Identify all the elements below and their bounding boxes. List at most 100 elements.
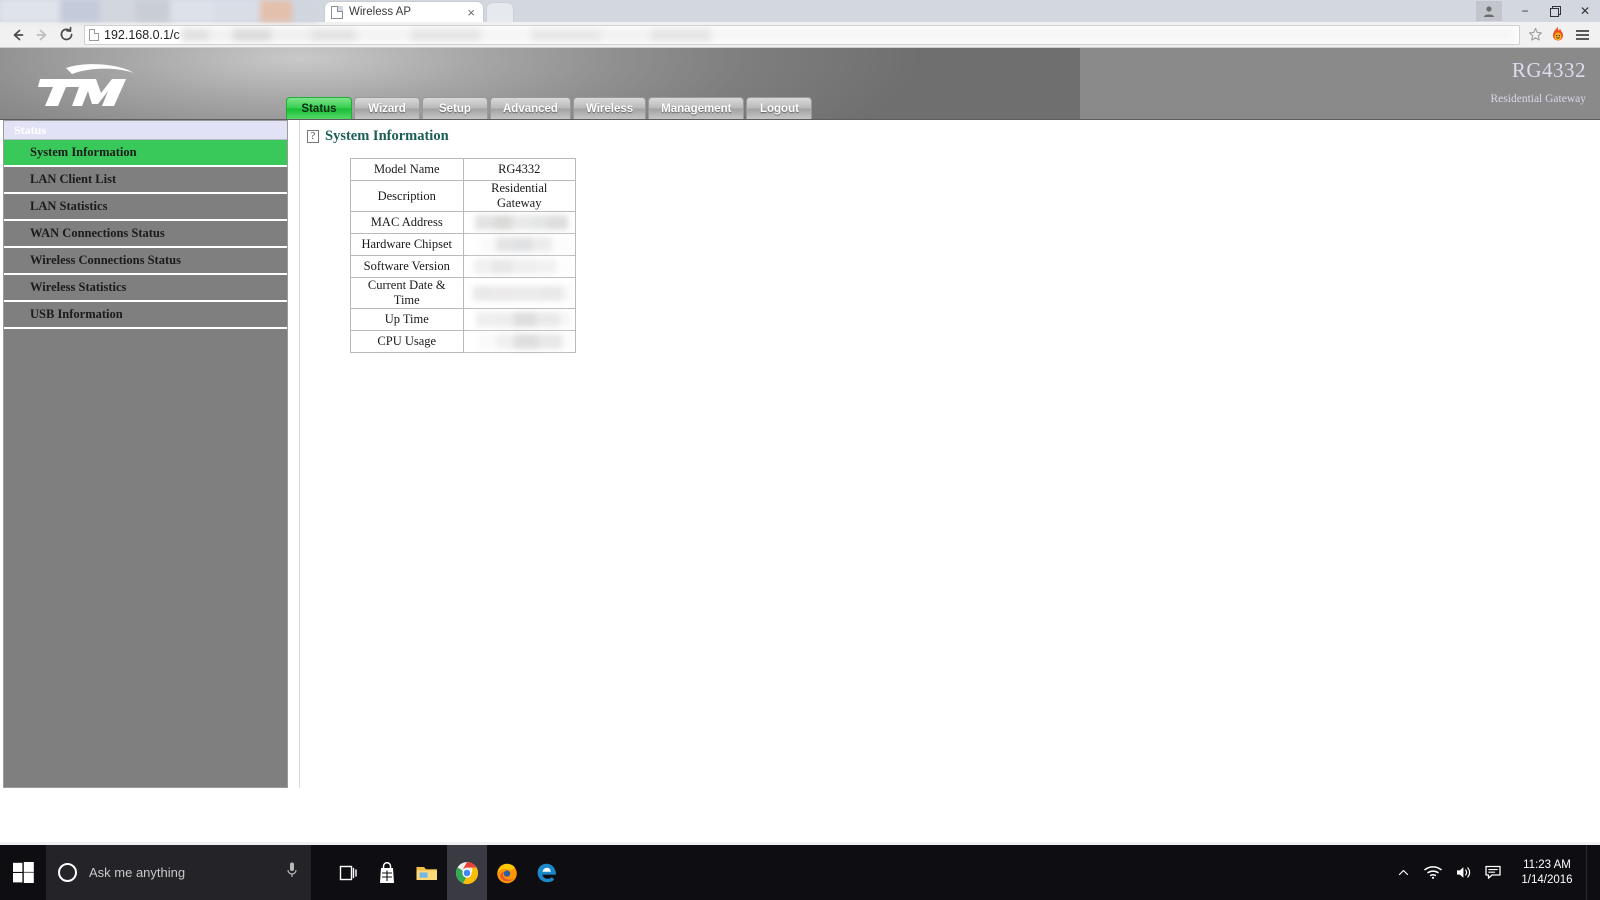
row-label-up-time: Up Time xyxy=(350,308,464,331)
search-input[interactable]: Ask me anything xyxy=(46,845,311,900)
google-chrome-icon[interactable] xyxy=(447,845,487,900)
router-admin-page: RG4332 Residential Gateway Status Wizard… xyxy=(0,48,1600,892)
row-label-mac-address: MAC Address xyxy=(350,211,464,234)
router-model-name: RG4332 xyxy=(1511,58,1586,82)
taskbar-clock[interactable]: 11:23 AM 1/14/2016 xyxy=(1508,845,1586,900)
table-row: Current Date & Time xyxy=(350,277,576,309)
windows-taskbar: Ask me anything 11:23 AM 1/14/2016 xyxy=(0,845,1600,900)
tab-setup[interactable]: Setup xyxy=(422,97,488,119)
sidebar-header: Status xyxy=(4,121,287,140)
redacted-value xyxy=(467,215,571,230)
minimize-button[interactable]: − xyxy=(1510,0,1540,22)
row-value-software-version xyxy=(462,255,576,278)
sidebar: Status System Information LAN Client Lis… xyxy=(3,120,288,788)
windows-start-icon[interactable] xyxy=(0,845,46,900)
browser-toolbar: 192.168.0.1/c xyxy=(0,22,1600,48)
show-desktop-button[interactable] xyxy=(1586,845,1594,900)
microsoft-edge-icon[interactable] xyxy=(527,845,567,900)
row-value-hardware-chipset xyxy=(462,233,576,256)
mozilla-firefox-icon[interactable] xyxy=(487,845,527,900)
row-value-mac-address xyxy=(462,211,576,234)
router-brand: RG4332 Residential Gateway xyxy=(1491,58,1586,105)
clock-time: 11:23 AM xyxy=(1523,858,1571,871)
speaker-icon[interactable] xyxy=(1448,845,1478,900)
row-label-model-name: Model Name xyxy=(350,158,464,181)
row-value-model-name: RG4332 xyxy=(462,158,576,181)
action-center-icon[interactable] xyxy=(1478,845,1508,900)
row-label-description: Description xyxy=(350,180,464,212)
table-row: Hardware Chipset xyxy=(350,233,576,256)
system-information-table: Model Name RG4332 Description Residentia… xyxy=(350,158,576,353)
task-view-icon[interactable] xyxy=(327,845,367,900)
tab-advanced[interactable]: Advanced xyxy=(490,97,571,119)
redacted-value xyxy=(467,285,571,301)
redacted-value xyxy=(467,237,571,252)
table-row: MAC Address xyxy=(350,211,576,234)
row-label-current-date-time: Current Date & Time xyxy=(350,277,464,309)
browser-tab-strip: Wireless AP × − ✕ xyxy=(0,0,1600,22)
sidebar-item-lan-statistics[interactable]: LAN Statistics xyxy=(4,194,287,221)
hamburger-menu-icon[interactable] xyxy=(1570,24,1594,46)
address-bar[interactable]: 192.168.0.1/c xyxy=(84,24,1520,45)
search-placeholder: Ask me anything xyxy=(89,865,186,880)
chevron-up-icon[interactable] xyxy=(1388,845,1418,900)
close-window-button[interactable]: ✕ xyxy=(1570,0,1600,22)
close-icon[interactable]: × xyxy=(465,6,477,19)
page-title: System Information xyxy=(325,128,449,144)
router-brand-subtitle: Residential Gateway xyxy=(1490,93,1586,105)
bookmark-star-icon[interactable] xyxy=(1524,24,1546,46)
address-bar-value: 192.168.0.1/c xyxy=(104,27,180,42)
row-label-hardware-chipset: Hardware Chipset xyxy=(350,233,464,256)
redacted-value xyxy=(467,312,571,327)
back-icon[interactable] xyxy=(6,23,30,47)
tab-management[interactable]: Management xyxy=(648,97,745,119)
reload-icon[interactable] xyxy=(54,23,78,47)
tab-logout[interactable]: Logout xyxy=(746,97,813,119)
microsoft-store-icon[interactable] xyxy=(367,845,407,900)
cortana-circle-icon xyxy=(58,863,77,882)
table-row: CPU Usage xyxy=(350,330,576,353)
router-body: Status System Information LAN Client Lis… xyxy=(0,120,1600,842)
tm-logo xyxy=(38,62,158,108)
router-nav-tabs: Status Wizard Setup Advanced Wireless Ma… xyxy=(286,97,814,119)
maximize-button[interactable] xyxy=(1540,0,1570,22)
row-label-software-version: Software Version xyxy=(350,255,464,278)
flame-extension-icon[interactable] xyxy=(1546,24,1570,46)
user-avatar-icon[interactable] xyxy=(1476,1,1502,21)
microphone-icon[interactable] xyxy=(285,861,299,884)
blurred-background-tabs[interactable] xyxy=(0,0,318,22)
sidebar-item-usb-information[interactable]: USB Information xyxy=(4,302,287,329)
redacted-url-remainder xyxy=(180,27,1515,42)
sidebar-item-wireless-statistics[interactable]: Wireless Statistics xyxy=(4,275,287,302)
row-value-description: Residential Gateway xyxy=(462,180,576,212)
table-row: Model Name RG4332 xyxy=(350,158,576,181)
table-row: Description Residential Gateway xyxy=(350,180,576,212)
row-value-current-date-time xyxy=(462,277,576,309)
help-icon[interactable]: ? xyxy=(307,130,319,143)
row-value-cpu-usage xyxy=(462,330,576,353)
file-explorer-icon[interactable] xyxy=(407,845,447,900)
browser-tab-title: Wireless AP xyxy=(349,6,411,18)
page-icon xyxy=(89,28,99,41)
redacted-value xyxy=(467,259,571,274)
tab-wireless[interactable]: Wireless xyxy=(572,97,647,119)
row-value-up-time xyxy=(462,308,576,331)
table-row: Up Time xyxy=(350,308,576,331)
redacted-value xyxy=(467,334,571,349)
new-tab-button[interactable] xyxy=(486,2,514,22)
chrome-browser-window: Wireless AP × − ✕ 192.168.0.1/c RG4332 R… xyxy=(0,0,1600,892)
tab-wizard[interactable]: Wizard xyxy=(354,97,420,119)
forward-icon xyxy=(30,23,54,47)
sidebar-item-wan-connections-status[interactable]: WAN Connections Status xyxy=(4,221,287,248)
sidebar-item-lan-client-list[interactable]: LAN Client List xyxy=(4,167,287,194)
wifi-icon[interactable] xyxy=(1418,845,1448,900)
tab-status[interactable]: Status xyxy=(286,97,352,119)
clock-date: 1/14/2016 xyxy=(1521,873,1573,886)
browser-tab-wireless-ap[interactable]: Wireless AP × xyxy=(324,1,484,22)
content-heading-row: ? System Information xyxy=(307,128,1600,145)
sidebar-item-system-information[interactable]: System Information xyxy=(4,140,287,167)
sidebar-item-wireless-connections-status[interactable]: Wireless Connections Status xyxy=(4,248,287,275)
system-tray: 11:23 AM 1/14/2016 xyxy=(1388,845,1600,900)
table-row: Software Version xyxy=(350,255,576,278)
window-controls: − ✕ xyxy=(1476,0,1600,22)
